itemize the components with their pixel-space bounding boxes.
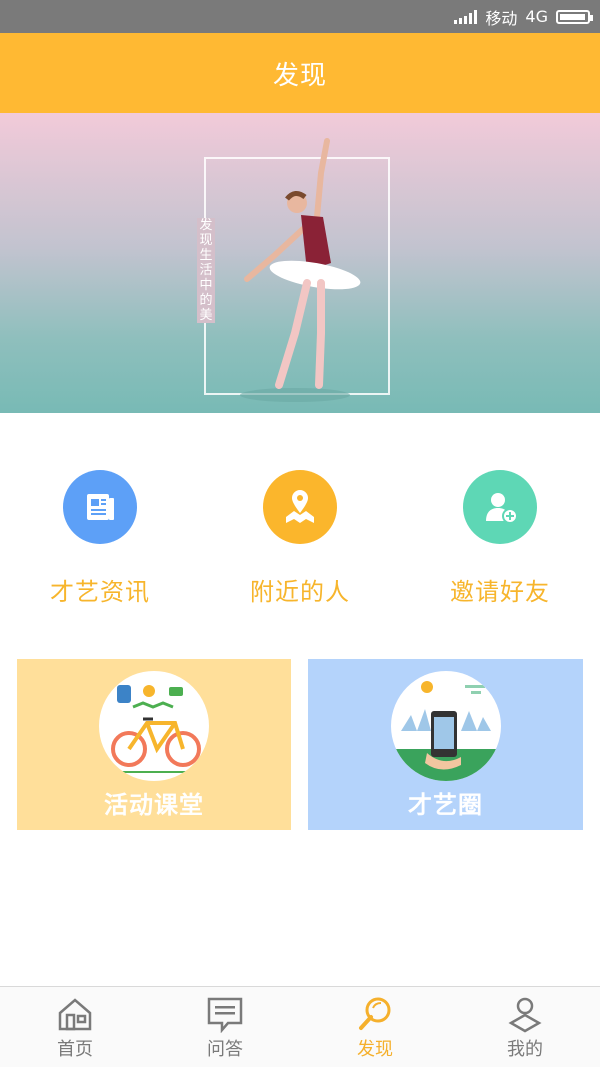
add-friend-icon xyxy=(463,470,537,544)
tab-discover[interactable]: 发现 xyxy=(300,995,450,1065)
bicycle-activity-icon xyxy=(99,671,209,781)
app-header: 发现 xyxy=(0,33,600,113)
quick-action-talent-news[interactable]: 才艺资讯 xyxy=(0,470,200,610)
discover-search-icon xyxy=(359,997,391,1030)
status-bar: 移动 4G xyxy=(0,0,600,33)
tab-qa[interactable]: 问答 xyxy=(150,995,300,1065)
status-indicators: 移动 4G xyxy=(454,0,593,33)
quick-action-label: 才艺资讯 xyxy=(50,578,150,606)
quick-action-nearby-people[interactable]: 附近的人 xyxy=(200,470,400,610)
battery-level xyxy=(560,13,585,20)
banner[interactable]: 发现生活中的美 xyxy=(0,113,600,413)
location-map-icon xyxy=(263,470,337,544)
home-icon xyxy=(58,998,92,1031)
quick-action-label: 附近的人 xyxy=(250,578,350,606)
tab-home[interactable]: 首页 xyxy=(0,995,150,1065)
tab-label: 首页 xyxy=(57,1039,93,1060)
profile-icon xyxy=(508,997,542,1033)
battery-icon xyxy=(556,9,593,24)
card-label: 活动课堂 xyxy=(104,791,204,819)
bottom-tab-bar: 首页 问答 发现 我的 xyxy=(0,986,600,1067)
page-title: 发现 xyxy=(272,60,327,91)
card-label: 才艺圈 xyxy=(408,791,483,819)
card-activity-class[interactable]: 活动课堂 xyxy=(17,659,291,830)
card-talent-circle[interactable]: 才艺圈 xyxy=(308,659,583,830)
ballerina-image xyxy=(240,138,361,402)
network-type: 4G xyxy=(525,7,548,26)
tab-profile[interactable]: 我的 xyxy=(450,995,600,1065)
tab-label: 问答 xyxy=(207,1039,243,1060)
tab-label: 我的 xyxy=(507,1039,543,1060)
signal-strength-icon xyxy=(454,9,478,24)
banner-slogan: 发现生活中的美 xyxy=(197,218,215,323)
carrier-name: 移动 xyxy=(485,8,518,28)
chat-icon xyxy=(207,997,243,1033)
newspaper-icon xyxy=(63,470,137,544)
quick-action-label: 邀请好友 xyxy=(450,578,550,606)
tab-label: 发现 xyxy=(357,1039,393,1060)
quick-action-invite-friends[interactable]: 邀请好友 xyxy=(400,470,600,610)
dance-phone-icon xyxy=(390,671,501,781)
